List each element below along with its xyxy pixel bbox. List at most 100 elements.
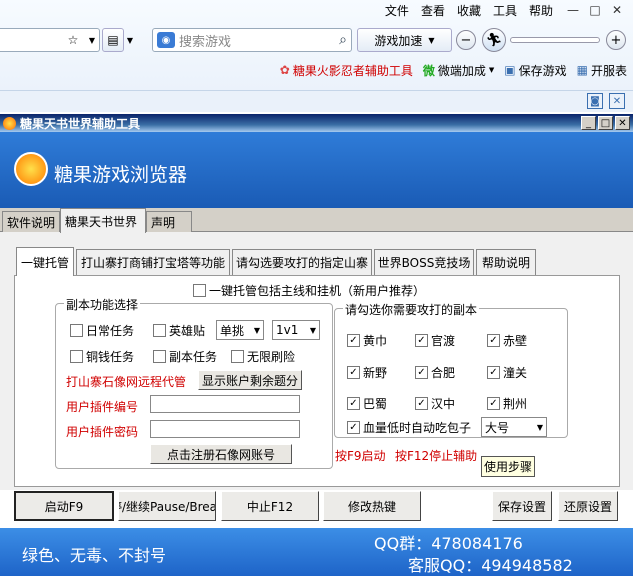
menu-tools[interactable]: 工具	[487, 2, 523, 19]
checkbox-icon	[70, 350, 83, 363]
candy-icon: ✿	[279, 63, 290, 77]
plugin-password-label: 用户插件密码	[66, 425, 139, 439]
checkbox-checked-icon: ✓	[347, 397, 360, 410]
tab-label: 糖果天书世界	[65, 214, 138, 229]
chevron-down-icon[interactable]: ▼	[86, 28, 98, 52]
window-controls: _ □ ✕	[581, 116, 630, 130]
tab-tianshu-world[interactable]: 糖果天书世界	[60, 208, 146, 233]
chevron-down-icon[interactable]: ▼	[124, 28, 136, 52]
dungeon-task-checkbox[interactable]: 副本任务	[153, 348, 217, 365]
service-qq: 客服QQ：494948582	[408, 556, 573, 575]
plugin-password-input[interactable]	[150, 420, 300, 438]
checkbox-checked-icon: ✓	[487, 397, 500, 410]
zoom-in-icon[interactable]: +	[606, 30, 626, 50]
game-speed-label: 游戏加速	[374, 33, 423, 48]
menu-file[interactable]: 文件	[379, 2, 415, 19]
menu-favorites[interactable]: 收藏	[451, 2, 487, 19]
fullscreen-icon[interactable]: ◙	[587, 93, 603, 109]
include-main-label: 一键托管包括主线和挂机（新用户推荐）	[209, 284, 426, 298]
save-settings-button[interactable]: 保存设置	[492, 491, 552, 521]
dungeon-checkbox[interactable]: ✓ 潼关	[487, 364, 527, 381]
checkbox-icon	[70, 324, 83, 337]
daily-task-checkbox[interactable]: 日常任务	[70, 322, 134, 339]
outer-tabs: 软件说明 糖果天书世界 声明	[0, 208, 633, 233]
bookmark-save-game[interactable]: ▣ 保存游戏	[504, 62, 566, 79]
page-icon[interactable]: ▤	[102, 28, 124, 52]
dungeon-checkbox[interactable]: ✓ 合肥	[415, 364, 455, 381]
copper-task-checkbox[interactable]: 铜钱任务	[70, 348, 134, 365]
plugin-id-input[interactable]	[150, 395, 300, 413]
save-icon: ▣	[504, 63, 516, 77]
tab-attack-functions[interactable]: 打山寨打商铺打宝塔等功能	[76, 249, 230, 275]
one-click-panel: 一键托管包括主线和挂机（新用户推荐） 副本功能选择 日常任务 英雄贴 单挑 ▼ 1…	[14, 275, 620, 487]
dungeon-checkbox[interactable]: ✓ 官渡	[415, 332, 455, 349]
tab-one-click[interactable]: 一键托管	[16, 247, 74, 276]
search-icon[interactable]: ⌕	[339, 32, 347, 48]
bookmark-bar: ✿ 糖果火影忍者辅助工具 微微端加成 ▼ ▣ 保存游戏 ▦ 开服表	[280, 60, 627, 80]
chevron-down-icon: ▼	[536, 422, 543, 432]
close-icon[interactable]: ✕	[609, 2, 625, 18]
checkbox-checked-icon: ✓	[347, 366, 360, 379]
mode-select[interactable]: 1v1 ▼	[272, 320, 320, 340]
remote-managed-text: 打山寨石像网远程代管	[66, 375, 187, 389]
zoom-out-icon[interactable]: −	[456, 30, 476, 50]
tab-label: 声明	[151, 215, 176, 230]
dungeon-checkbox[interactable]: ✓ 新野	[347, 364, 387, 381]
table-icon: ▦	[576, 63, 588, 77]
dungeon-checkbox[interactable]: ✓ 赤壁	[487, 332, 527, 349]
tab-software-info[interactable]: 软件说明	[2, 211, 60, 232]
maximize-icon[interactable]: □	[587, 2, 603, 18]
search-input[interactable]: ◉ 搜索游戏 ⌕	[152, 28, 352, 52]
minimize-icon[interactable]: _	[581, 116, 596, 130]
dungeon-checkbox[interactable]: ✓ 汉中	[415, 395, 455, 412]
chevron-down-icon: ▼	[488, 66, 495, 74]
address-bar[interactable]	[0, 28, 100, 52]
close-icon[interactable]: ✕	[615, 116, 630, 130]
start-button[interactable]: 启动F9	[14, 491, 114, 521]
footer-banner: 绿色、无毒、不封号 QQ群：478084176 客服QQ：494948582	[0, 528, 633, 576]
minimize-icon[interactable]: —	[565, 2, 581, 18]
hotkey-button[interactable]: 修改热键	[323, 491, 421, 521]
runner-icon[interactable]: 🏃︎	[482, 28, 506, 52]
speed-slider[interactable]	[510, 37, 600, 43]
dungeon-checkbox[interactable]: ✓ 黄巾	[347, 332, 387, 349]
bookmark-naruto-label: 糖果火影忍者辅助工具	[292, 63, 413, 78]
bookmark-naruto[interactable]: ✿ 糖果火影忍者辅助工具	[280, 62, 413, 79]
menu-help[interactable]: 帮助	[523, 2, 559, 19]
star-icon[interactable]: ☆	[62, 28, 84, 52]
checkbox-label: 副本任务	[169, 350, 218, 364]
low-hp-checkbox[interactable]: ✓ 血量低时自动吃包子	[347, 419, 471, 436]
app-icon	[3, 116, 16, 130]
dungeon-checkbox[interactable]: ✓ 荆州	[487, 395, 527, 412]
maximize-icon[interactable]: □	[598, 116, 613, 130]
unlimited-checkbox[interactable]: 无限刷险	[231, 348, 295, 365]
stop-button[interactable]: 中止F12	[221, 491, 319, 521]
size-select[interactable]: 大号 ▼	[481, 417, 547, 437]
tab-statement[interactable]: 声明	[146, 211, 192, 232]
checkbox-checked-icon: ✓	[415, 334, 428, 347]
tab-world-boss[interactable]: 世界BOSS竞技场	[374, 249, 474, 275]
dungeon-label: 巴蜀	[363, 397, 388, 411]
tab-select-camp[interactable]: 请勾选要攻打的指定山寨	[232, 249, 372, 275]
tab-help[interactable]: 帮助说明	[476, 249, 536, 275]
choose-dungeon-title: 请勾选你需要攻打的副本	[343, 301, 480, 318]
dungeon-checkbox[interactable]: ✓ 巴蜀	[347, 395, 387, 412]
close-icon[interactable]: ✕	[609, 93, 625, 109]
register-button[interactable]: 点击注册石像网账号	[150, 444, 292, 464]
hint-f12: 按F12停止辅助	[395, 449, 478, 463]
bookmark-server-list[interactable]: ▦ 开服表	[577, 62, 627, 79]
chevron-down-icon: ▼	[309, 325, 316, 335]
menu-view[interactable]: 查看	[415, 2, 451, 19]
pause-button[interactable]: 停/继续Pause/Break	[118, 491, 216, 521]
pick-select[interactable]: 单挑 ▼	[216, 320, 264, 340]
checkbox-label: 日常任务	[86, 324, 135, 338]
restore-settings-button[interactable]: 还原设置	[558, 491, 618, 521]
game-speed-button[interactable]: 游戏加速 ▼	[357, 28, 452, 52]
show-balance-button[interactable]: 显示账户剩余题分	[198, 370, 302, 390]
include-main-checkbox[interactable]: 一键托管包括主线和挂机（新用户推荐）	[193, 282, 425, 299]
bookmark-microclient[interactable]: 微微端加成 ▼	[423, 62, 494, 79]
hero-post-checkbox[interactable]: 英雄贴	[153, 322, 205, 339]
banner-title: 糖果游戏浏览器	[54, 164, 188, 186]
checkbox-icon	[153, 324, 166, 337]
mode-select-value: 1v1	[276, 323, 299, 337]
